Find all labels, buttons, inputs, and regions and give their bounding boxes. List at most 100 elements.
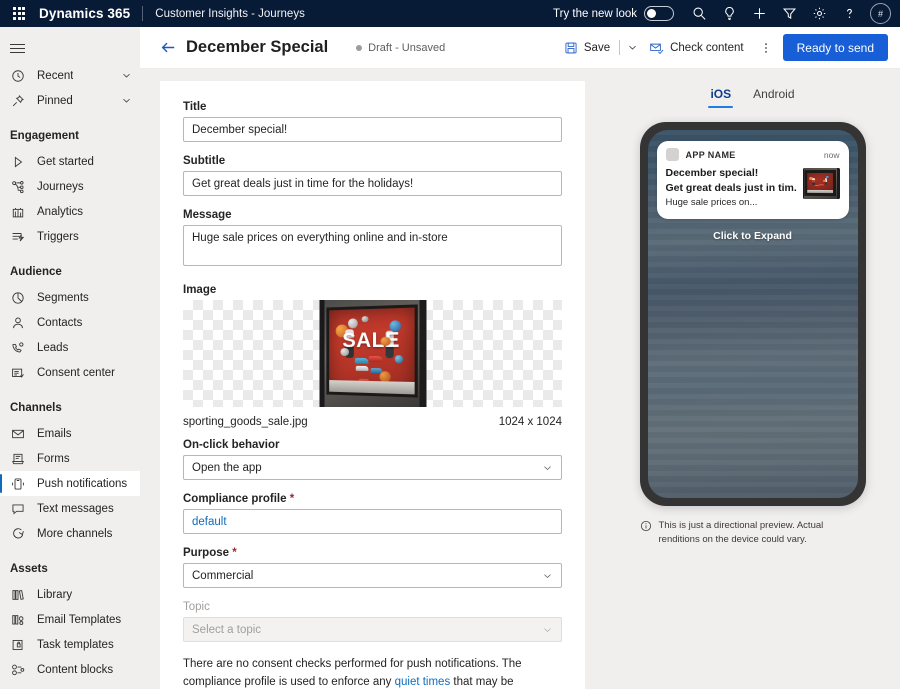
sidebar-item-contacts[interactable]: Contacts: [0, 310, 140, 335]
status-text: Draft - Unsaved: [368, 42, 445, 54]
chevron-down-icon[interactable]: [121, 95, 132, 106]
check-content-button[interactable]: Check content: [642, 34, 751, 62]
compliance-profile-field: Compliance profile * default: [183, 493, 562, 534]
sidebar-item-email-templates[interactable]: Email Templates: [0, 607, 140, 632]
sidebar-item-segments[interactable]: Segments: [0, 285, 140, 310]
compliance-profile-value-link[interactable]: default: [192, 516, 227, 528]
forms-icon: [10, 451, 26, 467]
sidebar-item-text-messages[interactable]: Text messages: [0, 496, 140, 521]
click-to-expand-label[interactable]: Click to Expand: [657, 230, 849, 242]
lightbulb-icon[interactable]: [715, 0, 744, 27]
image-metadata: sporting_goods_sale.jpg 1024 x 1024: [183, 416, 562, 428]
new-look-switch[interactable]: [644, 6, 674, 21]
preview-panel: iOS Android APP NAME now: [605, 69, 900, 689]
sidebar-item-label: Leads: [37, 342, 68, 354]
page-title: December Special: [186, 38, 328, 57]
sidebar-item-label: Journeys: [37, 181, 84, 193]
sidebar-item-consent-center[interactable]: Consent center: [0, 360, 140, 385]
save-button[interactable]: Save: [557, 34, 617, 62]
device-mockup: APP NAME now December special! Get great…: [640, 122, 866, 506]
leads-icon: [10, 340, 26, 356]
topic-field: Topic Select a topic: [183, 601, 562, 642]
sidebar-item-more-channels[interactable]: More channels: [0, 521, 140, 546]
onclick-behavior-select[interactable]: Open the app: [183, 455, 562, 480]
more-options-icon[interactable]: [755, 34, 777, 62]
ready-to-send-button[interactable]: Ready to send: [783, 34, 888, 61]
filter-icon[interactable]: [775, 0, 804, 27]
try-new-look-label: Try the new look: [553, 8, 637, 20]
purpose-value: Commercial: [192, 570, 253, 582]
task-template-icon: [10, 637, 26, 653]
title-field: Title: [183, 101, 562, 142]
app-body: Recent Pinned Engagement: [0, 27, 900, 689]
sidebar-item-analytics[interactable]: Analytics: [0, 199, 140, 224]
tab-android[interactable]: Android: [751, 83, 796, 108]
notification-card[interactable]: APP NAME now December special! Get great…: [657, 141, 849, 219]
sidebar-item-recent[interactable]: Recent: [0, 63, 140, 88]
sidebar-item-get-started[interactable]: Get started: [0, 149, 140, 174]
subtitle-input[interactable]: [183, 171, 562, 196]
chevron-down-icon[interactable]: [121, 70, 132, 81]
message-field: Message Huge sale prices on everything o…: [183, 209, 562, 271]
try-new-look-toggle[interactable]: Try the new look: [553, 6, 674, 21]
preview-disclaimer: This is just a directional preview. Actu…: [640, 519, 866, 547]
title-input[interactable]: [183, 117, 562, 142]
check-content-icon: [649, 40, 664, 55]
app-name-label[interactable]: Customer Insights - Journeys: [155, 8, 305, 20]
image-preview-area[interactable]: SALE: [183, 300, 562, 407]
image-label: Image: [183, 284, 562, 296]
quiet-times-link[interactable]: quiet times: [395, 676, 451, 688]
notification-header: APP NAME now: [666, 148, 840, 161]
chevron-down-icon: [542, 624, 553, 635]
brand-title[interactable]: Dynamics 365: [39, 6, 130, 21]
sidebar-item-journeys[interactable]: Journeys: [0, 174, 140, 199]
image-field: Image SALE: [183, 284, 562, 428]
hamburger-menu-icon[interactable]: [0, 33, 36, 63]
notification-app-name: APP NAME: [686, 150, 736, 160]
help-icon[interactable]: [835, 0, 864, 27]
sidebar-item-emails[interactable]: Emails: [0, 421, 140, 446]
content-blocks-icon: [10, 662, 26, 678]
plus-icon[interactable]: [745, 0, 774, 27]
compliance-profile-box[interactable]: default: [183, 509, 562, 534]
back-arrow-icon[interactable]: [156, 36, 180, 60]
search-icon[interactable]: [685, 0, 714, 27]
brand-divider: [142, 6, 143, 21]
topic-select: Select a topic: [183, 617, 562, 642]
sidebar-item-label: Task templates: [37, 639, 114, 651]
analytics-icon: [10, 204, 26, 220]
sidebar-item-label: More channels: [37, 528, 112, 540]
push-notification-icon: [10, 476, 26, 492]
sidebar-item-forms[interactable]: Forms: [0, 446, 140, 471]
purpose-select[interactable]: Commercial: [183, 563, 562, 588]
application-window: Dynamics 365 Customer Insights - Journey…: [0, 0, 900, 689]
sidebar-item-pinned[interactable]: Pinned: [0, 88, 140, 113]
info-icon: [640, 519, 653, 547]
onclick-behavior-label: On-click behavior: [183, 439, 562, 451]
sidebar-item-label: Emails: [37, 428, 72, 440]
compliance-profile-label: Compliance profile *: [183, 493, 562, 505]
consent-icon: [10, 365, 26, 381]
sidebar-item-library[interactable]: Library: [0, 582, 140, 607]
chevron-down-icon: [542, 570, 553, 581]
sidebar-item-label: Content blocks: [37, 664, 113, 676]
sidebar-item-leads[interactable]: Leads: [0, 335, 140, 360]
sidebar-item-push-notifications[interactable]: Push notifications: [0, 471, 140, 496]
user-avatar[interactable]: #: [870, 3, 891, 24]
library-icon: [10, 587, 26, 603]
sidebar-item-task-templates[interactable]: Task templates: [0, 632, 140, 657]
top-nav-actions: Try the new look: [553, 0, 894, 27]
tab-ios[interactable]: iOS: [708, 83, 733, 108]
gear-icon[interactable]: [805, 0, 834, 27]
image-thumbnail[interactable]: SALE: [319, 300, 426, 407]
sidebar-item-label: Segments: [37, 292, 89, 304]
sidebar-item-label: Get started: [37, 156, 94, 168]
save-options-chevron-icon[interactable]: [622, 34, 642, 62]
app-launcher-icon[interactable]: [8, 0, 30, 27]
sidebar-item-content-blocks[interactable]: Content blocks: [0, 657, 140, 682]
sidebar-item-triggers[interactable]: Triggers: [0, 224, 140, 249]
command-bar: December Special Draft - Unsaved Save: [140, 27, 900, 69]
notification-message: Huge sale prices on...: [666, 196, 797, 210]
work-area: Title Subtitle Message Huge sale prices …: [140, 69, 900, 689]
message-textarea[interactable]: Huge sale prices on everything online an…: [183, 225, 562, 266]
